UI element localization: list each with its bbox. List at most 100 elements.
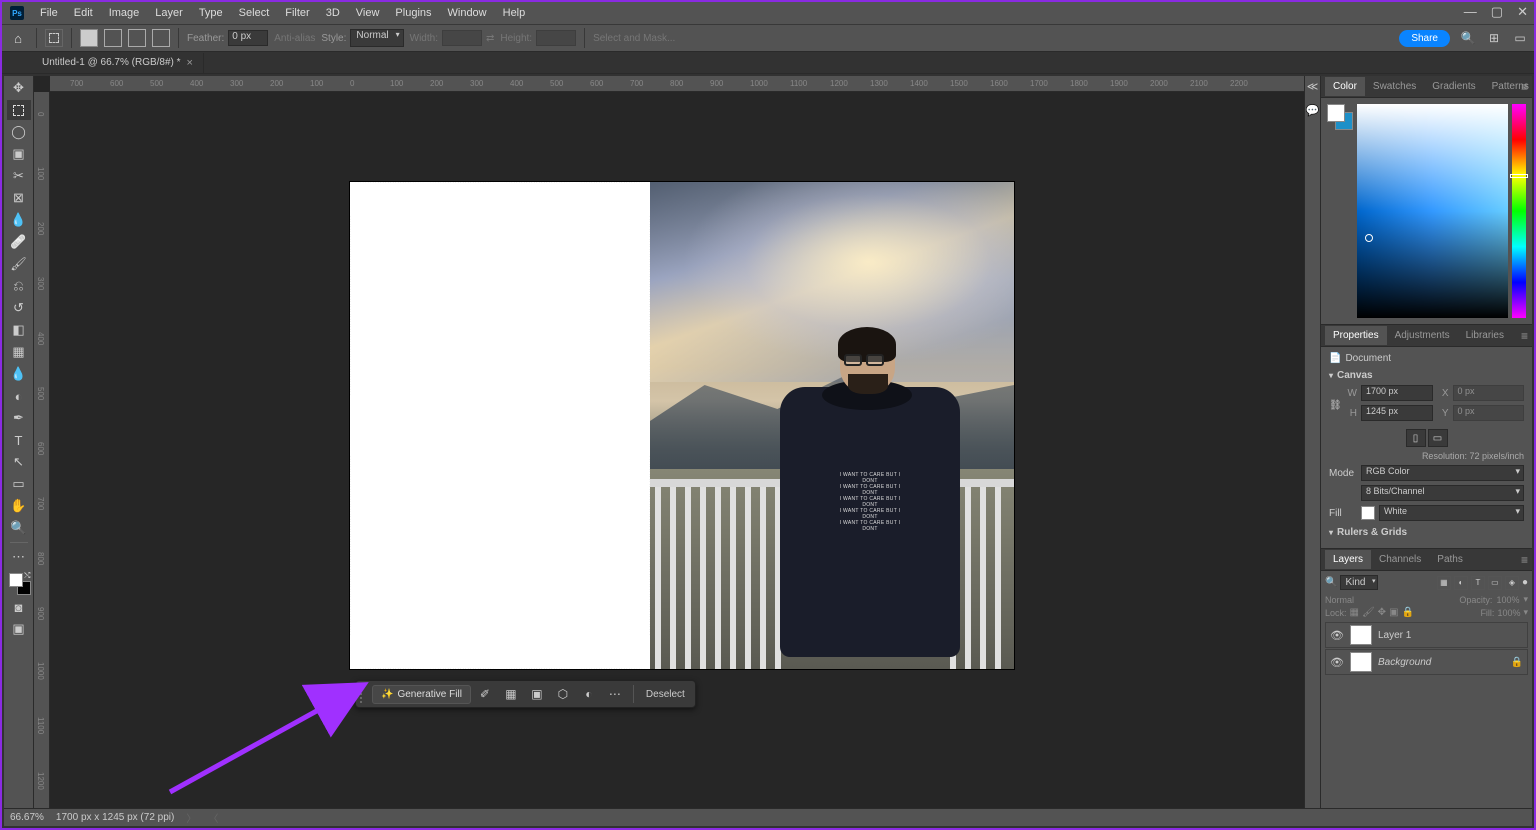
rectangle-tool[interactable]: ▭ [7,474,31,494]
lock-pixels-icon[interactable]: 🖌 [1362,607,1375,618]
hue-slider[interactable] [1512,104,1526,318]
menu-3d[interactable]: 3D [318,7,348,19]
panel-menu-icon[interactable]: ≡ [1521,329,1528,343]
blend-mode-select[interactable]: Normal [1325,595,1395,605]
close-tab-icon[interactable]: × [187,57,193,69]
screen-mode-icon[interactable]: ▣ [7,619,31,639]
feather-input[interactable]: 0 px [228,30,268,46]
panel-menu-icon[interactable]: ≡ [1521,553,1528,567]
panel-menu-icon[interactable]: ≡ [1521,80,1528,94]
filter-type-icon[interactable]: T [1471,576,1485,590]
tab-patterns[interactable]: Patterns [1484,77,1536,96]
tab-libraries[interactable]: Libraries [1458,326,1512,345]
menu-filter[interactable]: Filter [277,7,317,19]
document-tab[interactable]: Untitled-1 @ 66.7% (RGB/8#) * × [32,53,204,73]
eraser-tool[interactable]: ◧ [7,320,31,340]
color-spectrum[interactable] [1357,104,1508,318]
workspace-icon[interactable]: ▭ [1512,30,1528,46]
path-select-tool[interactable]: ↖ [7,452,31,472]
new-selection-icon[interactable] [80,29,98,47]
cloud-docs-icon[interactable]: ⊞ [1486,30,1502,46]
healing-brush-tool[interactable]: 🩹 [7,232,31,252]
bit-depth-select[interactable]: 8 Bits/Channel [1361,485,1524,501]
hand-tool[interactable]: ✋ [7,496,31,516]
menu-help[interactable]: Help [495,7,534,19]
generative-fill-button[interactable]: ✨ Generative Fill [372,685,471,704]
filter-pixel-icon[interactable]: ▦ [1437,576,1451,590]
layer-name[interactable]: Background [1378,657,1431,668]
tab-paths[interactable]: Paths [1429,550,1471,569]
status-chevron-icon[interactable]: 〉 [186,810,196,825]
doc-info[interactable]: 1700 px x 1245 px (72 ppi) [56,812,174,823]
move-tool[interactable]: ✥ [7,78,31,98]
color-fg-bg[interactable] [1327,104,1353,318]
menu-file[interactable]: File [32,7,66,19]
visibility-icon[interactable]: 👁 [1330,629,1344,642]
transform-icon[interactable]: ▣ [525,683,549,705]
layer-thumb[interactable] [1350,652,1372,672]
lock-artboard-icon[interactable]: ▣ [1389,607,1398,618]
comments-panel-icon[interactable]: 💬 [1306,104,1320,118]
tab-color[interactable]: Color [1325,77,1365,96]
tab-swatches[interactable]: Swatches [1365,77,1424,96]
menu-plugins[interactable]: Plugins [387,7,439,19]
rulers-section-header[interactable]: Rulers & Grids [1329,527,1524,538]
canvas-section-header[interactable]: Canvas [1329,370,1524,381]
select-and-mask-button[interactable]: Select and Mask... [593,33,675,44]
lock-transparent-icon[interactable]: ▦ [1350,607,1359,618]
deselect-button[interactable]: Deselect [640,689,691,700]
tab-layers[interactable]: Layers [1325,550,1371,569]
zoom-tool[interactable]: 🔍 [7,518,31,538]
menu-edit[interactable]: Edit [66,7,101,19]
window-close-icon[interactable]: ✕ [1517,4,1528,20]
menu-select[interactable]: Select [231,7,278,19]
clone-stamp-tool[interactable]: ⎌ [7,276,31,296]
frame-tool[interactable]: ⊠ [7,188,31,208]
layer-row[interactable]: 👁Background🔒 [1325,649,1528,675]
add-selection-icon[interactable] [104,29,122,47]
filter-adjust-icon[interactable]: ◐ [1454,576,1468,590]
swap-colors-icon[interactable]: ⤭ [24,571,30,581]
fill-value[interactable]: 100% [1497,608,1520,618]
dodge-tool[interactable]: ◐ [7,386,31,406]
more-options-icon[interactable]: ⋯ [603,683,627,705]
search-icon[interactable]: 🔍 [1460,30,1476,46]
select-subject-icon[interactable]: ✐ [473,683,497,705]
quick-mask-icon[interactable]: ◙ [7,597,31,617]
layer-thumb[interactable] [1350,625,1372,645]
window-maximize-icon[interactable]: ▢ [1491,4,1503,20]
type-tool[interactable]: T [7,430,31,450]
link-wh-icon[interactable]: ⛓ [1329,400,1341,411]
crop-tool[interactable]: ✂ [7,166,31,186]
marquee-tool[interactable] [7,100,31,120]
menu-image[interactable]: Image [101,7,148,19]
canvas-area[interactable]: 7006005004003002001000100200300400500600… [34,76,1304,808]
remove-bg-icon[interactable]: ▦ [499,683,523,705]
share-button[interactable]: Share [1399,30,1450,47]
lock-position-icon[interactable]: ✥ [1378,607,1386,618]
eyedropper-tool[interactable]: 💧 [7,210,31,230]
fill-color-swatch[interactable] [1361,506,1375,520]
tab-gradients[interactable]: Gradients [1424,77,1483,96]
width-field[interactable]: 1700 px [1361,385,1433,401]
panel-fg-color[interactable] [1327,104,1345,122]
style-select[interactable]: Normal [350,29,403,47]
layer-name[interactable]: Layer 1 [1378,630,1411,641]
home-button[interactable]: ⌂ [8,28,28,48]
foreground-color[interactable] [9,573,23,587]
visibility-icon[interactable]: 👁 [1330,656,1344,669]
collapse-icon[interactable]: ≪ [1306,80,1320,94]
menu-view[interactable]: View [348,7,388,19]
gradient-tool[interactable]: ▦ [7,342,31,362]
ruler-horizontal[interactable]: 7006005004003002001000100200300400500600… [50,76,1304,92]
fill-select[interactable]: White [1379,505,1524,521]
lasso-tool[interactable]: ◯ [7,122,31,142]
menu-layer[interactable]: Layer [147,7,191,19]
filter-toggle-icon[interactable]: ● [1522,577,1528,588]
document-canvas[interactable]: I WANT TO CARE BUT I DONTI WANT TO CARE … [350,182,1014,669]
fg-bg-color[interactable]: ⤭ [7,571,31,595]
tab-adjustments[interactable]: Adjustments [1387,326,1458,345]
ruler-vertical[interactable]: 0100200300400500600700800900100011001200 [34,92,50,808]
height-field[interactable]: 1245 px [1361,405,1433,421]
orient-portrait-icon[interactable]: ▯ [1406,429,1426,447]
